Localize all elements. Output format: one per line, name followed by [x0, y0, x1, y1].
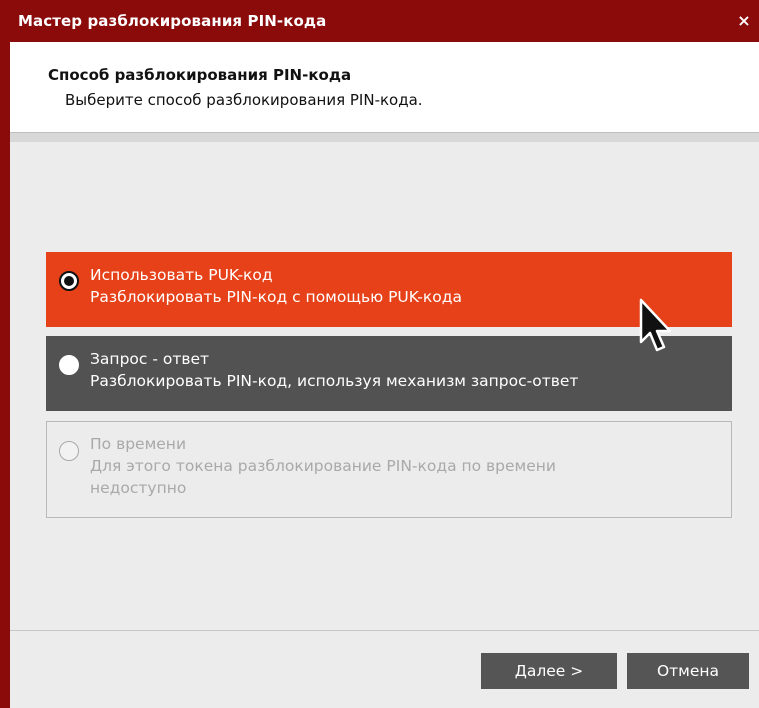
radio-puk-code[interactable]: [59, 271, 79, 291]
option-by-time-description-line2: недоступно: [90, 479, 187, 497]
cancel-button[interactable]: Отмена: [627, 653, 749, 689]
option-challenge-response-description: Разблокировать PIN-код, используя механи…: [90, 372, 579, 390]
next-button-mnemonic: Д: [514, 662, 527, 680]
option-by-time-texts: По времени Для этого токена разблокирова…: [90, 433, 556, 499]
window-left-border: [0, 42, 10, 708]
close-icon[interactable]: ×: [735, 12, 753, 30]
option-challenge-response[interactable]: Запрос - ответ Разблокировать PIN-код, и…: [46, 336, 732, 411]
unlock-pin-wizard-window: Мастер разблокирования PIN-кода × Способ…: [0, 0, 759, 708]
header-divider: [10, 132, 759, 142]
next-button-label: алее >: [526, 662, 584, 680]
option-by-time-title: По времени: [90, 435, 187, 453]
options-panel: Использовать PUK-код Разблокировать PIN-…: [10, 142, 759, 630]
page-title: Способ разблокирования PIN-кода: [48, 66, 352, 84]
next-button[interactable]: Далее >: [481, 653, 617, 689]
title-bar: Мастер разблокирования PIN-кода ×: [0, 0, 759, 42]
option-puk-code-title: Использовать PUK-код: [90, 266, 273, 284]
wizard-footer: Далее > Отмена: [10, 631, 759, 708]
wizard-header: Способ разблокирования PIN-кода Выберите…: [10, 42, 759, 132]
radio-challenge-response[interactable]: [59, 355, 79, 375]
option-challenge-response-texts: Запрос - ответ Разблокировать PIN-код, и…: [90, 348, 578, 392]
option-challenge-response-title: Запрос - ответ: [90, 350, 210, 368]
window-title: Мастер разблокирования PIN-кода: [18, 12, 327, 30]
option-puk-code[interactable]: Использовать PUK-код Разблокировать PIN-…: [46, 252, 732, 327]
mouse-pointer-icon: [639, 298, 672, 352]
option-puk-code-description: Разблокировать PIN-код с помощью PUK-код…: [90, 288, 462, 306]
option-puk-code-texts: Использовать PUK-код Разблокировать PIN-…: [90, 264, 462, 308]
page-subtitle: Выберите способ разблокирования PIN-кода…: [65, 91, 423, 109]
option-by-time-description-line1: Для этого токена разблокирование PIN-код…: [90, 457, 556, 475]
option-by-time: По времени Для этого токена разблокирова…: [46, 421, 732, 518]
radio-by-time: [59, 441, 79, 461]
